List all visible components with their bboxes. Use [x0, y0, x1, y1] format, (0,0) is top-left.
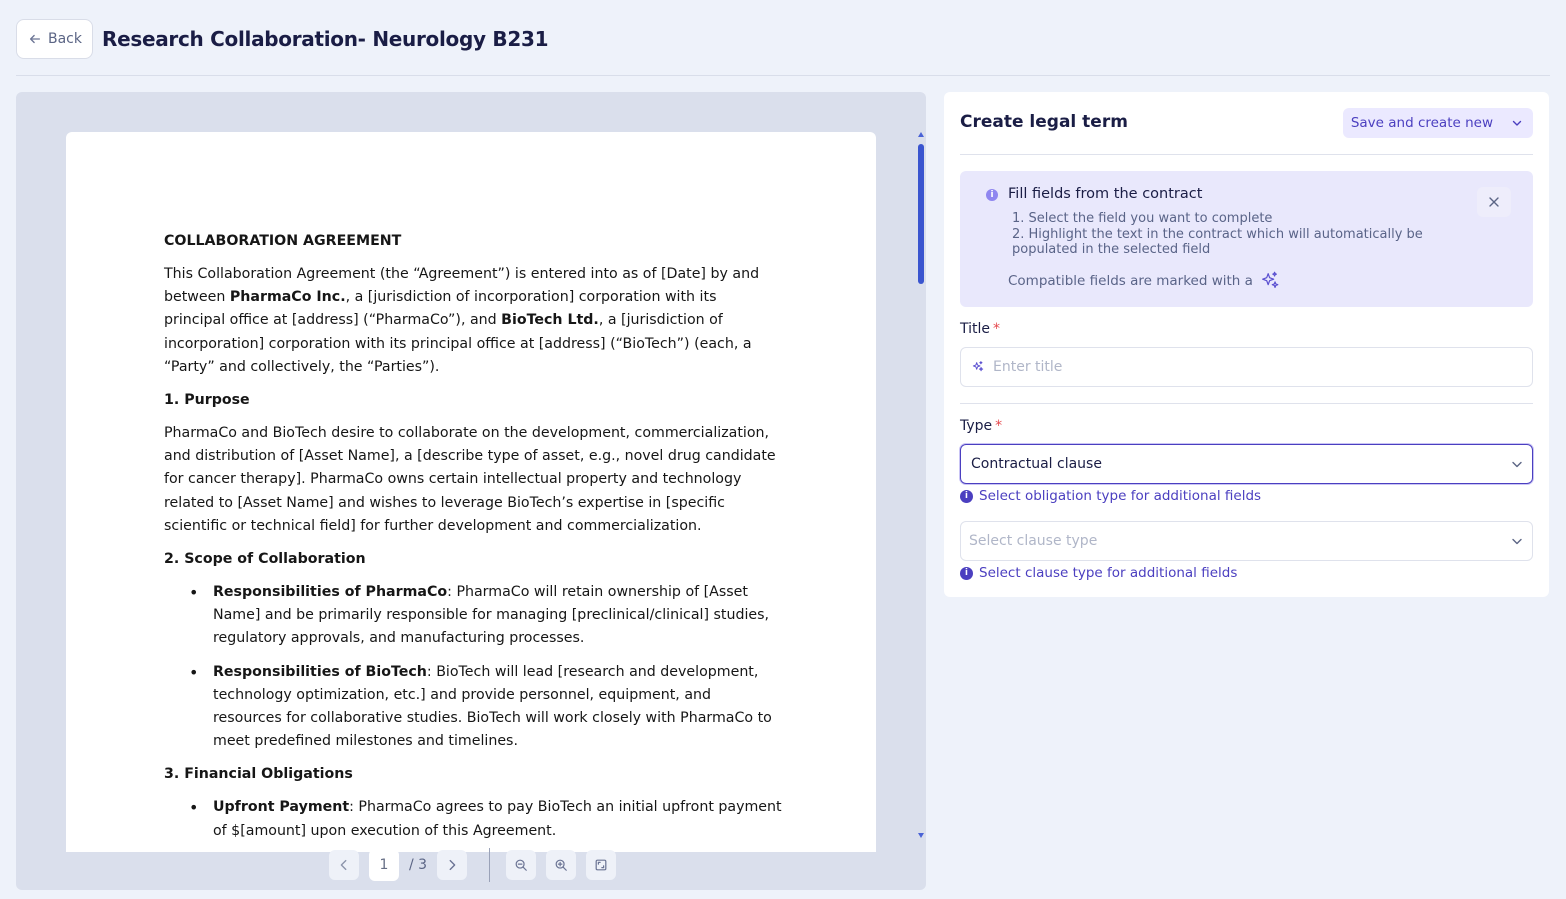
panel-title: Create legal term: [960, 112, 1128, 132]
zoom-out-button[interactable]: [506, 850, 537, 880]
clause-select-placeholder: Select clause type: [969, 533, 1098, 549]
back-button[interactable]: Back: [16, 19, 93, 59]
scope-list: Responsibilities of PharmaCo: PharmaCo w…: [164, 581, 782, 753]
fit-screen-icon: [595, 859, 607, 871]
page-title: Research Collaboration- Neurology B231: [102, 27, 549, 51]
info-icon: i: [986, 189, 998, 201]
section-title-scope: 2. Scope of Collaboration: [164, 551, 366, 568]
type-hint: i Select obligation type for additional …: [960, 488, 1261, 504]
zoom-in-icon: [555, 859, 567, 871]
list-item: Responsibilities of PharmaCo: PharmaCo w…: [189, 581, 782, 651]
prev-page-button[interactable]: [329, 850, 359, 880]
type-select[interactable]: Contractual clause: [960, 444, 1533, 484]
list-item: Upfront Payment: PharmaCo agrees to pay …: [189, 796, 782, 842]
info-step-2: 2. Highlight the text in the contract wh…: [1012, 226, 1423, 258]
chevron-down-icon: [1512, 461, 1522, 468]
section-title-purpose: 1. Purpose: [164, 392, 250, 409]
next-page-button[interactable]: [437, 850, 468, 880]
pager-divider: [489, 848, 491, 882]
page-header: Back Research Collaboration- Neurology B…: [16, 18, 1550, 60]
clause-type-select[interactable]: Select clause type: [960, 521, 1533, 561]
chevron-right-icon: [449, 859, 456, 871]
document-content[interactable]: COLLABORATION AGREEMENT This Collaborati…: [164, 230, 782, 852]
chevron-down-icon: [1512, 538, 1522, 545]
scroll-down-arrow[interactable]: [918, 833, 924, 838]
zoom-out-icon: [515, 859, 527, 871]
info-steps: 1. Select the field you want to complete…: [1012, 211, 1452, 258]
info-icon: i: [960, 489, 973, 503]
document-viewer: COLLABORATION AGREEMENT This Collaborati…: [16, 92, 926, 890]
save-button-label: Save and create new: [1350, 115, 1493, 131]
zoom-controls: [506, 850, 617, 880]
page-number-input[interactable]: 1: [369, 849, 399, 881]
sparkle-icon: [972, 361, 984, 372]
back-button-label: Back: [48, 31, 82, 47]
info-icon: i: [960, 566, 973, 580]
panel-divider: [960, 154, 1533, 155]
chevron-left-icon: [340, 859, 347, 871]
required-marker: *: [995, 418, 1003, 434]
close-icon: [1489, 197, 1499, 207]
sparkle-icon: [1261, 271, 1279, 289]
arrow-left-icon: [29, 34, 41, 44]
financial-list: Upfront Payment: PharmaCo agrees to pay …: [164, 796, 782, 842]
chevron-down-icon: [1512, 120, 1522, 126]
title-input[interactable]: [993, 359, 1493, 375]
page-navigator: 1 / 3: [329, 848, 617, 882]
create-legal-term-panel: Create legal term Save and create new i …: [944, 92, 1549, 597]
info-callout: i Fill fields from the contract 1. Selec…: [960, 171, 1533, 307]
fit-page-button[interactable]: [586, 850, 617, 880]
clause-hint: i Select clause type for additional fiel…: [960, 565, 1237, 581]
section-title-financial: 3. Financial Obligations: [164, 766, 353, 783]
zoom-in-button[interactable]: [546, 850, 577, 880]
panel-divider: [960, 403, 1533, 404]
document-page[interactable]: COLLABORATION AGREEMENT This Collaborati…: [66, 132, 876, 852]
type-label: Type *: [960, 418, 1003, 434]
info-step-1: 1. Select the field you want to complete: [1012, 211, 1273, 226]
type-select-value: Contractual clause: [971, 456, 1102, 472]
close-info-button[interactable]: [1477, 187, 1511, 217]
info-heading: Fill fields from the contract: [1008, 186, 1203, 202]
page-total: / 3: [409, 857, 428, 873]
document-heading: COLLABORATION AGREEMENT: [164, 233, 402, 249]
info-compatible-note: Compatible fields are marked with a: [1008, 270, 1281, 292]
list-item: Responsibilities of BioTech: BioTech wil…: [189, 661, 782, 754]
document-intro: This Collaboration Agreement (the “Agree…: [164, 266, 760, 375]
section-text-purpose: PharmaCo and BioTech desire to collabora…: [164, 425, 776, 534]
title-field[interactable]: [960, 347, 1533, 387]
document-scrollbar[interactable]: [918, 132, 924, 838]
save-and-create-new-button[interactable]: Save and create new: [1342, 108, 1533, 138]
header-divider: [16, 75, 1550, 76]
title-label: Title *: [960, 321, 1001, 337]
required-marker: *: [993, 321, 1001, 337]
scroll-thumb[interactable]: [918, 144, 924, 284]
scroll-up-arrow[interactable]: [918, 132, 924, 137]
